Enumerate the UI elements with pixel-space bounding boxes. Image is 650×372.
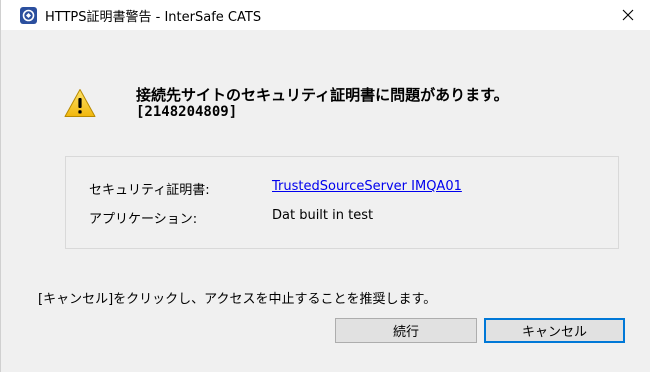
- continue-button[interactable]: 続行: [335, 318, 477, 343]
- error-code: [2148204809]: [136, 104, 238, 120]
- recommendation-text: [キャンセル]をクリックし、アクセスを中止することを推奨します。: [38, 292, 437, 307]
- error-message: 接続先サイトのセキュリティ証明書に問題があります。: [136, 86, 509, 104]
- intersafe-logo-icon: [20, 7, 37, 24]
- application-value: Dat built in test: [272, 208, 374, 223]
- close-button[interactable]: [605, 0, 650, 30]
- certificate-link[interactable]: TrustedSourceServer IMQA01: [272, 179, 462, 194]
- cancel-button[interactable]: キャンセル: [484, 318, 625, 343]
- certificate-label: セキュリティ証明書:: [89, 183, 210, 198]
- dialog-window: HTTPS証明書警告 - InterSafe CATS 接続先サイトのセキュリテ…: [0, 0, 650, 372]
- details-panel: セキュリティ証明書: TrustedSourceServer IMQA01 アプ…: [65, 156, 619, 249]
- title-bar: HTTPS証明書警告 - InterSafe CATS: [1, 0, 650, 30]
- warning-icon: [64, 89, 96, 117]
- window-title: HTTPS証明書警告 - InterSafe CATS: [45, 10, 262, 25]
- application-label: アプリケーション:: [89, 212, 198, 227]
- close-icon: [622, 9, 634, 21]
